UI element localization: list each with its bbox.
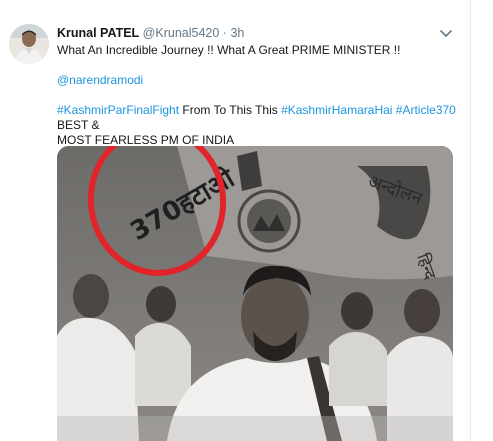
hashtag-article370[interactable]: #Article370 [396,103,456,117]
tweet-page: Krunal PATEL @Krunal5420 · 3h What An In… [0,0,493,441]
tweet-timestamp[interactable]: 3h [230,26,244,40]
hashtag-kashmirparfinalfight[interactable]: #KashmirParFinalFight [57,103,179,117]
tweet-photo[interactable]: 370हटाओ अन्दोलन हिन्द [57,146,453,441]
mention-link[interactable]: @narendramodi [57,73,143,87]
avatar-image [9,24,49,64]
avatar[interactable] [9,24,49,64]
tweet-line-1: What An Incredible Journey !! What A Gre… [57,43,401,57]
chevron-down-icon[interactable] [439,27,453,39]
separator-dot: · [222,26,227,40]
tweet-text-middle: From To This This [179,103,282,117]
tweet-body: Krunal PATEL @Krunal5420 · 3h What An In… [57,24,456,148]
tweet-text-end-1: BEST & [57,118,100,132]
tweet-text: What An Incredible Journey !! What A Gre… [57,43,457,148]
author-name[interactable]: Krunal PATEL [57,26,139,40]
tweet-header: Krunal PATEL @Krunal5420 · 3h [57,24,452,42]
photo-image: 370हटाओ अन्दोलन हिन्द [57,146,453,441]
hashtag-kashmirhamarahai[interactable]: #KashmirHamaraHai [281,103,392,117]
author-handle[interactable]: @Krunal5420 [143,26,220,40]
